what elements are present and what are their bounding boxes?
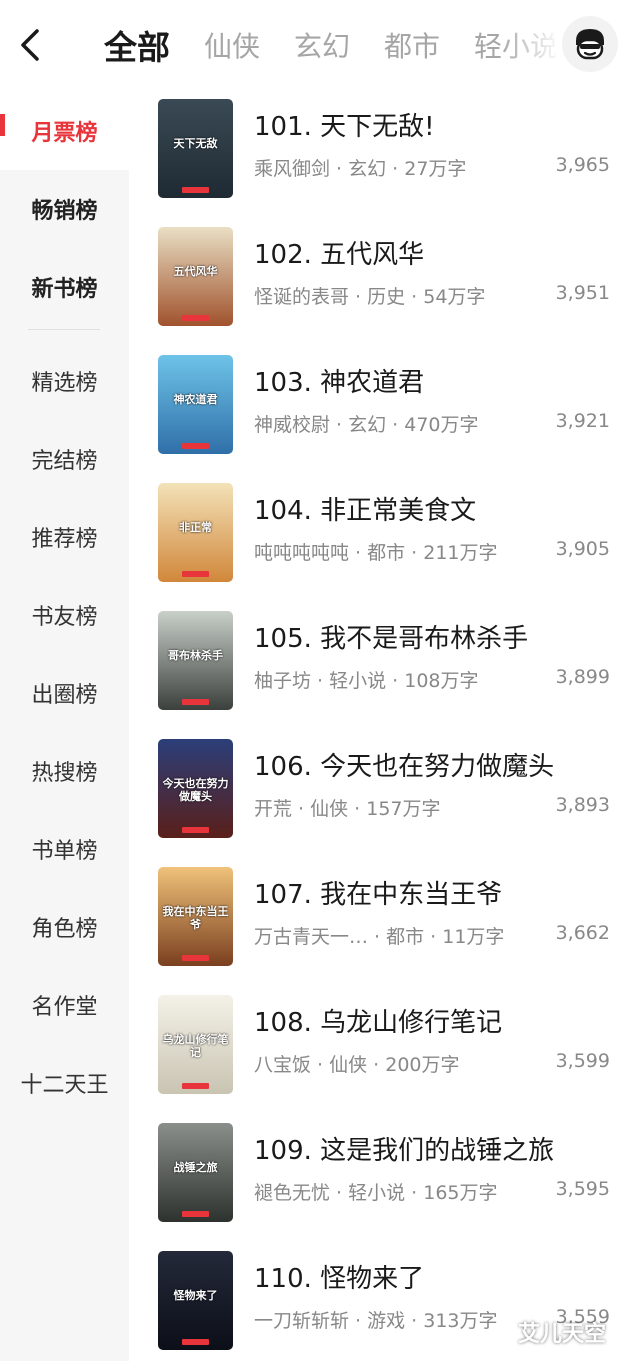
book-title[interactable]: 106. 今天也在努力做魔头 (254, 746, 554, 783)
sidebar-item[interactable]: 角色榜 (0, 888, 129, 966)
book-cover[interactable]: 哥布林杀手 (158, 611, 233, 710)
monthly-vote-count: 3,921 (555, 410, 610, 432)
book-title[interactable]: 110. 怪物来了 (254, 1258, 424, 1295)
sidebar-item-label: 新书榜 (31, 277, 98, 302)
book-row[interactable]: 今天也在努力做魔头 106. 今天也在努力做魔头开荒 · 仙侠 · 157万字 3,… (129, 734, 640, 862)
cover-title-text: 怪物来了 (173, 1289, 218, 1302)
book-meta: 吨吨吨吨吨 · 都市 · 211万字 (254, 542, 498, 564)
sidebar-item[interactable]: 新书榜 (0, 248, 129, 326)
tab-dushi[interactable]: 都市 (384, 25, 440, 65)
cover-title-text: 神农道君 (173, 393, 218, 406)
book-row[interactable]: 我在中东当王爷 107. 我在中东当王爷万古青天一… · 都市 · 11万字 3,6… (129, 862, 640, 990)
sidebar-item-label: 角色榜 (31, 917, 98, 942)
book-cover[interactable]: 战锤之旅 (158, 1123, 233, 1222)
sidebar-item-label: 书友榜 (31, 605, 98, 630)
sidebar-item[interactable]: 十二天王 (0, 1044, 129, 1122)
sidebar-item-label: 热搜榜 (31, 761, 98, 786)
book-row[interactable]: 神农道君 103. 神农道君神威校尉 · 玄幻 · 470万字 3,921 (129, 350, 640, 478)
book-title[interactable]: 109. 这是我们的战锤之旅 (254, 1130, 554, 1167)
sidebar-item[interactable]: 推荐榜 (0, 498, 129, 576)
sidebar-item-label: 完结榜 (31, 449, 98, 474)
monthly-vote-count: 3,965 (555, 154, 610, 176)
top-bar: 全部 仙侠 玄幻 都市 轻小说 (0, 0, 640, 92)
book-row[interactable]: 乌龙山修行笔记 108. 乌龙山修行笔记八宝饭 · 仙侠 · 200万字 3,599 (129, 990, 640, 1118)
sidebar-item[interactable]: 书单榜 (0, 810, 129, 888)
sidebar-item-label: 十二天王 (20, 1073, 109, 1098)
book-meta: 柚子坊 · 轻小说 · 108万字 (254, 670, 479, 692)
sidebar-item-label: 名作堂 (31, 995, 98, 1020)
cover-title-text: 乌龙山修行笔记 (162, 1033, 229, 1059)
active-indicator (0, 114, 5, 136)
sidebar-item[interactable]: 畅销榜 (0, 170, 129, 248)
cover-title-text: 五代风华 (173, 265, 218, 278)
sidebar-item[interactable]: 月票榜 (0, 92, 129, 170)
sidebar-item[interactable]: 名作堂 (0, 966, 129, 1044)
sidebar-item[interactable]: 完结榜 (0, 420, 129, 498)
tab-xianxia[interactable]: 仙侠 (204, 25, 260, 65)
sidebar-item-label: 推荐榜 (31, 527, 98, 552)
book-row[interactable]: 哥布林杀手 105. 我不是哥布林杀手柚子坊 · 轻小说 · 108万字 3,899 (129, 606, 640, 734)
book-meta: 八宝饭 · 仙侠 · 200万字 (254, 1054, 460, 1076)
sidebar-item-label: 出圈榜 (31, 683, 98, 708)
watermark-text: 艾儿天空 (518, 1322, 607, 1347)
rank-sidebar: 月票榜畅销榜新书榜精选榜完结榜推荐榜书友榜出圈榜热搜榜书单榜角色榜名作堂十二天王 (0, 92, 129, 1361)
book-cover[interactable]: 我在中东当王爷 (158, 867, 233, 966)
book-meta: 神威校尉 · 玄幻 · 470万字 (254, 414, 479, 436)
book-row[interactable]: 天下无敌 101. 天下无敌! 乘风御剑 · 玄幻 · 27万字 3,965 (129, 94, 640, 222)
book-cover[interactable]: 怪物来了 (158, 1251, 233, 1350)
sidebar-item-label: 月票榜 (31, 121, 98, 146)
book-title[interactable]: 105. 我不是哥布林杀手 (254, 618, 528, 655)
sidebar-item-label: 畅销榜 (31, 199, 98, 224)
user-avatar-button[interactable] (562, 16, 618, 72)
reader-face-icon (576, 29, 604, 60)
monthly-vote-count: 3,899 (555, 666, 610, 688)
back-arrow-icon (21, 29, 39, 61)
book-row[interactable]: 非正常 104. 非正常美食文吨吨吨吨吨 · 都市 · 211万字 3,905 (129, 478, 640, 606)
book-title[interactable]: 104. 非正常美食文 (254, 490, 476, 527)
tab-all[interactable]: 全部 (104, 21, 170, 69)
monthly-vote-count: 3,951 (555, 282, 610, 304)
book-title[interactable]: 108. 乌龙山修行笔记 (254, 1002, 502, 1039)
book-meta: 褪色无忧 · 轻小说 · 165万字 (254, 1182, 498, 1204)
sidebar-item[interactable]: 出圈榜 (0, 654, 129, 732)
sidebar-item-label: 书单榜 (31, 839, 98, 864)
monthly-vote-count: 3,893 (555, 794, 610, 816)
monthly-vote-count: 3,599 (555, 1050, 610, 1072)
back-button[interactable] (10, 22, 50, 68)
monthly-vote-count: 3,595 (555, 1178, 610, 1200)
book-meta: 一刀斩斩斩 · 游戏 · 313万字 (254, 1310, 498, 1332)
tab-xuanhuan[interactable]: 玄幻 (294, 25, 350, 65)
book-title[interactable]: 102. 五代风华 (254, 234, 424, 271)
book-cover[interactable]: 乌龙山修行笔记 (158, 995, 233, 1094)
book-title[interactable]: 103. 神农道君 (254, 362, 424, 399)
book-row[interactable]: 战锤之旅 109. 这是我们的战锤之旅褪色无忧 · 轻小说 · 165万字 3,59… (129, 1118, 640, 1246)
cover-title-text: 今天也在努力做魔头 (162, 777, 229, 803)
cover-title-text: 战锤之旅 (173, 1161, 218, 1174)
book-cover[interactable]: 五代风华 (158, 227, 233, 326)
book-cover[interactable]: 天下无敌 (158, 99, 233, 198)
cover-title-text: 天下无敌 (173, 137, 218, 150)
book-meta: 开荒 · 仙侠 · 157万字 (254, 798, 441, 820)
sidebar-item[interactable]: 书友榜 (0, 576, 129, 654)
book-meta: 乘风御剑 · 玄幻 · 27万字 (254, 158, 467, 180)
sidebar-item[interactable]: 热搜榜 (0, 732, 129, 810)
monthly-vote-count: 3,662 (555, 922, 610, 944)
sidebar-item-label: 精选榜 (31, 371, 98, 396)
book-meta: 万古青天一… · 都市 · 11万字 (254, 926, 505, 948)
cover-title-text: 我在中东当王爷 (162, 905, 229, 931)
book-meta: 怪诞的表哥 · 历史 · 54万字 (254, 286, 486, 308)
monthly-vote-count: 3,905 (555, 538, 610, 560)
book-cover[interactable]: 神农道君 (158, 355, 233, 454)
book-row[interactable]: 五代风华 102. 五代风华怪诞的表哥 · 历史 · 54万字 3,951 (129, 222, 640, 350)
book-title[interactable]: 107. 我在中东当王爷 (254, 874, 502, 911)
book-cover[interactable]: 非正常 (158, 483, 233, 582)
category-tabs: 全部 仙侠 玄幻 都市 轻小说 (104, 16, 556, 74)
book-title[interactable]: 101. 天下无敌! (254, 106, 435, 143)
sidebar-divider (28, 329, 100, 330)
book-cover[interactable]: 今天也在努力做魔头 (158, 739, 233, 838)
cover-title-text: 哥布林杀手 (168, 649, 223, 662)
tabs-fade-overlay (500, 16, 562, 74)
cover-title-text: 非正常 (179, 521, 212, 534)
sidebar-item[interactable]: 精选榜 (0, 342, 129, 420)
